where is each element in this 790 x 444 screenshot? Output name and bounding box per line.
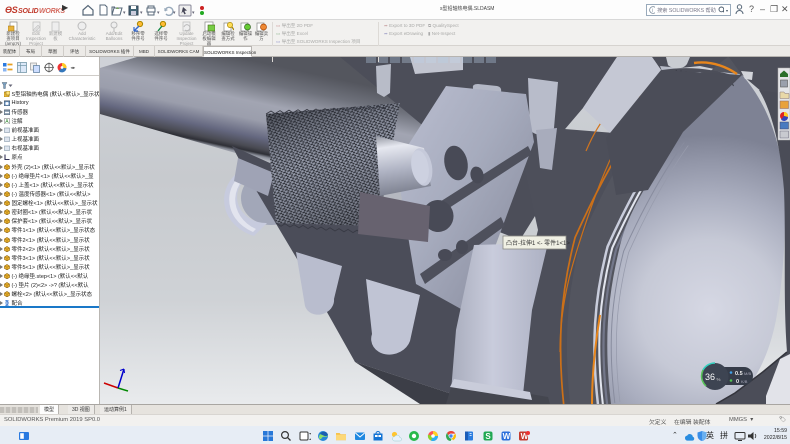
svg-text:▾: ▾: [140, 10, 143, 16]
svg-text:%: %: [717, 377, 721, 382]
svg-text:K/B: K/B: [741, 379, 748, 384]
svg-text:W: W: [503, 432, 511, 441]
svg-text:SOLID: SOLID: [18, 8, 39, 15]
svg-text:36: 36: [705, 372, 715, 382]
svg-text:M/B: M/B: [744, 371, 751, 376]
svg-text:▾: ▾: [123, 10, 126, 16]
svg-text:ƟS: ƟS: [5, 5, 18, 15]
svg-text:▾: ▾: [173, 10, 176, 16]
svg-text:i: i: [652, 8, 653, 14]
svg-text:S: S: [485, 432, 491, 441]
svg-text:0: 0: [736, 379, 739, 385]
svg-text:▾: ▾: [157, 10, 160, 16]
svg-text:▾: ▾: [192, 10, 195, 16]
svg-text:0.5: 0.5: [735, 371, 743, 377]
svg-text:凸台-拉伸1 <- 零件1<1>: 凸台-拉伸1 <- 零件1<1>: [506, 239, 570, 247]
